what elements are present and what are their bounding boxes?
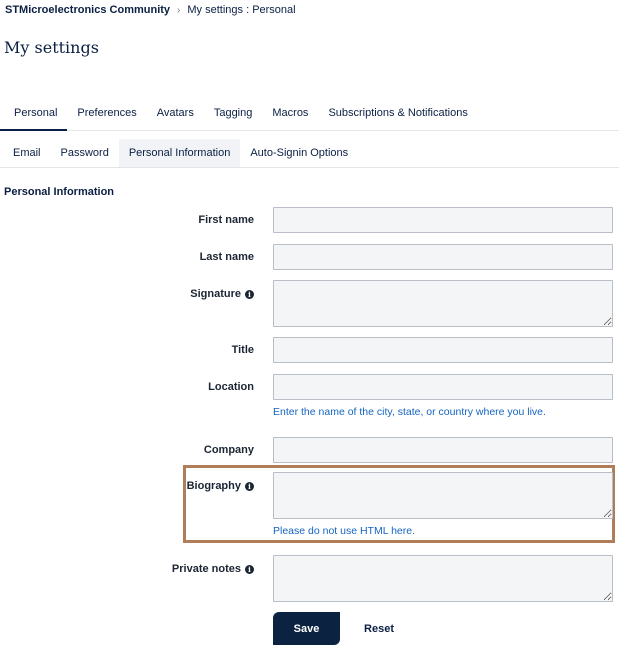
private-notes-field[interactable] xyxy=(273,555,613,602)
private-notes-label-text: Private notes xyxy=(171,563,241,575)
save-button[interactable]: Save xyxy=(273,612,340,645)
biography-label: Biography i xyxy=(187,480,254,492)
section-title: Personal Information xyxy=(4,186,115,198)
title-field[interactable] xyxy=(273,337,613,363)
info-icon[interactable]: i xyxy=(245,564,254,574)
biography-field[interactable] xyxy=(273,472,613,519)
location-help-text: Enter the name of the city, state, or co… xyxy=(273,406,546,418)
main-tabs: Personal Preferences Avatars Tagging Mac… xyxy=(0,103,619,131)
title-label-text: Title xyxy=(231,344,254,356)
last-name-label-text: Last name xyxy=(199,251,254,263)
signature-field[interactable] xyxy=(273,280,613,327)
subtab-email[interactable]: Email xyxy=(0,139,51,167)
title-label: Title xyxy=(232,344,254,356)
tab-personal[interactable]: Personal xyxy=(0,103,68,131)
signature-label: Signature i xyxy=(190,288,254,300)
breadcrumb-current: My settings : Personal xyxy=(187,4,296,16)
company-label-text: Company xyxy=(203,444,254,456)
subtab-password[interactable]: Password xyxy=(51,139,119,167)
first-name-label: First name xyxy=(198,214,254,226)
breadcrumb-separator: › xyxy=(177,4,181,16)
info-icon[interactable]: i xyxy=(245,481,254,491)
tab-subscriptions-notifications[interactable]: Subscriptions & Notifications xyxy=(318,103,477,131)
breadcrumb-root-link[interactable]: STMicroelectronics Community xyxy=(5,4,170,16)
reset-button[interactable]: Reset xyxy=(350,612,408,645)
biography-label-text: Biography xyxy=(186,480,241,492)
page-title: My settings xyxy=(4,38,99,57)
biography-help-text: Please do not use HTML here. xyxy=(273,525,416,537)
location-label: Location xyxy=(208,381,254,393)
info-icon[interactable]: i xyxy=(245,289,254,299)
tab-tagging[interactable]: Tagging xyxy=(204,103,263,131)
location-label-text: Location xyxy=(208,381,254,393)
subtab-personal-information[interactable]: Personal Information xyxy=(118,139,241,167)
last-name-label: Last name xyxy=(200,251,254,263)
first-name-label-text: First name xyxy=(198,214,254,226)
company-label: Company xyxy=(204,444,254,456)
signature-label-text: Signature xyxy=(190,288,241,300)
tab-preferences[interactable]: Preferences xyxy=(67,103,146,131)
subtab-auto-signin-options[interactable]: Auto-Signin Options xyxy=(240,139,358,167)
tab-macros[interactable]: Macros xyxy=(262,103,318,131)
tab-avatars[interactable]: Avatars xyxy=(147,103,204,131)
company-field[interactable] xyxy=(273,437,613,463)
private-notes-label: Private notes i xyxy=(172,563,254,575)
breadcrumb: STMicroelectronics Community › My settin… xyxy=(5,4,296,16)
sub-tabs: Email Password Personal Information Auto… xyxy=(0,139,619,168)
location-field[interactable] xyxy=(273,374,613,400)
last-name-field[interactable] xyxy=(273,244,613,270)
first-name-field[interactable] xyxy=(273,207,613,233)
